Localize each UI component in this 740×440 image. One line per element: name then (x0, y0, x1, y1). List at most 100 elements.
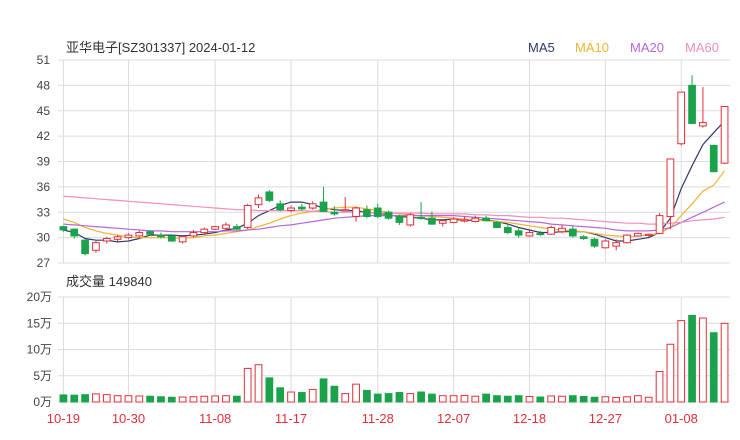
candle (124, 233, 133, 240)
candle (211, 225, 220, 231)
legend-ma5: MA5 (528, 40, 555, 55)
legend-ma60: MA60 (685, 40, 719, 55)
price-tick-label: 45 (37, 104, 51, 118)
candle (254, 194, 263, 209)
volume-bar (167, 396, 176, 403)
candle-body (514, 230, 523, 236)
ma-line-ma60 (63, 195, 725, 225)
volume-bar (688, 314, 696, 403)
candle (699, 87, 707, 128)
candle (200, 227, 209, 234)
volume-bar (406, 393, 415, 403)
volume-bar (298, 392, 306, 403)
volume-bar (222, 395, 230, 403)
volume-bar (720, 322, 729, 403)
volume-bar (146, 395, 154, 403)
candle (70, 228, 79, 239)
x-tick-label: 12-18 (513, 411, 546, 426)
candle (92, 241, 100, 253)
volume-bar (449, 395, 458, 403)
volume-bar (558, 395, 566, 403)
candle (655, 213, 664, 235)
candle (265, 190, 274, 203)
candle (634, 232, 642, 237)
volume-bar (428, 393, 436, 403)
candle (720, 106, 729, 165)
candle-body (590, 238, 599, 247)
volume-tick-label: 20万 (27, 290, 52, 304)
volume-bar (102, 394, 111, 403)
candle (677, 91, 686, 146)
candle-body (363, 209, 371, 217)
candle (384, 210, 393, 220)
candle (352, 206, 360, 222)
candle-body (319, 201, 328, 212)
candle-body (200, 228, 209, 234)
candle-body (157, 234, 165, 238)
candle-body (341, 209, 350, 212)
volume-bar (579, 395, 588, 403)
candle-body (612, 242, 621, 247)
volume-bar (330, 385, 339, 403)
candle (298, 203, 306, 211)
chart-stage: 27 30 33 36 39 42 45 48 51 0万 5万 10万 15万 20万 亚华电子[SZ… (0, 0, 740, 440)
price-tick-label: 51 (37, 53, 51, 67)
candle-body (417, 216, 425, 220)
volume-bar (514, 395, 523, 403)
candle-body (102, 237, 111, 242)
x-tick-label: 10-30 (112, 411, 145, 426)
x-tick-label: 12-27 (589, 411, 622, 426)
price-tick-label: 36 (37, 180, 51, 194)
volume-bar (178, 396, 187, 403)
candle-body (449, 218, 458, 223)
volume-bar (211, 395, 220, 403)
candle-body (547, 226, 556, 235)
candle-body (688, 84, 696, 124)
candle-body (428, 217, 436, 225)
candle-body (395, 215, 404, 223)
x-tick-label: 12-07 (437, 411, 470, 426)
candle (319, 186, 328, 213)
candle (113, 235, 122, 242)
volume-bar (384, 393, 393, 403)
candle (178, 235, 187, 244)
volume-bar (276, 387, 285, 403)
volume-bar (417, 391, 425, 403)
candle-body (558, 227, 566, 233)
moving-average-lines (63, 120, 726, 243)
volume-label: 成交量 149840 (66, 274, 152, 289)
x-tick-label: 11-08 (199, 411, 231, 426)
candle-body (503, 226, 512, 234)
candle (709, 144, 718, 173)
volume-tick-label: 15万 (27, 316, 52, 330)
candle-body (265, 191, 274, 201)
candle-body (243, 204, 252, 228)
candle (276, 200, 285, 212)
candle-body (677, 91, 686, 145)
candle (222, 222, 230, 231)
volume-bar (677, 320, 686, 403)
candle (287, 205, 295, 213)
volume-bar (341, 393, 350, 403)
candle-body (135, 232, 144, 237)
candle (688, 75, 696, 125)
candle-body (308, 203, 317, 209)
volume-bar (81, 394, 89, 403)
price-tick-label: 30 (37, 231, 51, 245)
candle-body (666, 158, 675, 217)
volume-bar (460, 394, 469, 403)
volume-bar (644, 396, 653, 403)
candle-body (699, 122, 707, 127)
volume-bar (568, 395, 577, 403)
candle (308, 201, 317, 210)
candle-body (59, 226, 68, 231)
volume-bar (59, 394, 68, 403)
candle-body (298, 206, 306, 210)
volume-bar (92, 393, 100, 403)
x-axis: 10-19 10-30 11-08 11-17 11-28 12-07 12-18 12-27… (47, 411, 698, 426)
price-tick-label: 48 (37, 78, 51, 92)
volume-bars (59, 314, 729, 403)
stock-chart: 27 30 33 36 39 42 45 48 51 0万 5万 10万 15万 20万 亚华电子[SZ… (27, 40, 730, 426)
volume-bar (157, 396, 165, 403)
candle-body (460, 219, 469, 222)
